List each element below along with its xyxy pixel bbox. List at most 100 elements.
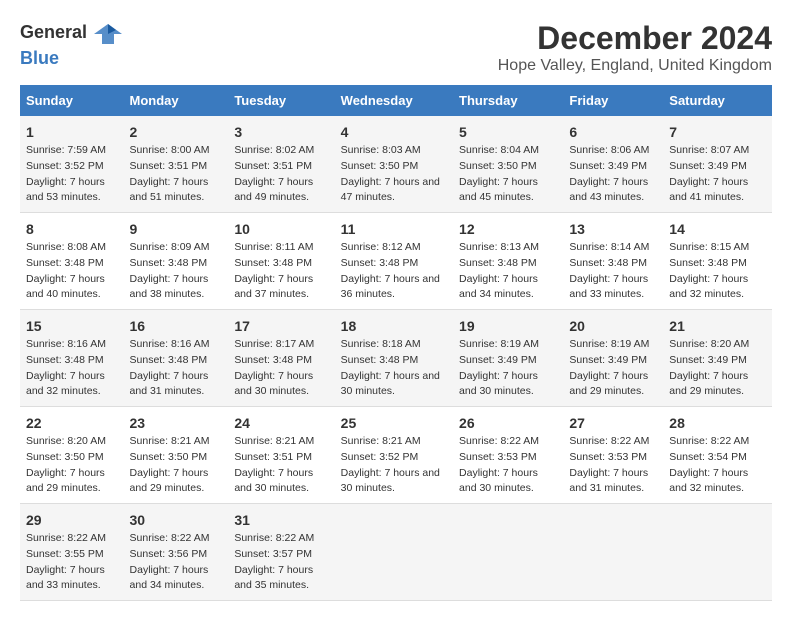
calendar-cell: 3 Sunrise: 8:02 AM Sunset: 3:51 PM Dayli… [228, 116, 334, 213]
calendar-cell: 2 Sunrise: 8:00 AM Sunset: 3:51 PM Dayli… [124, 116, 229, 213]
calendar-cell [663, 504, 772, 601]
sunset-info: Sunset: 3:57 PM [234, 547, 328, 563]
daylight-info: Daylight: 7 hours and 29 minutes. [130, 466, 223, 498]
daylight-info: Daylight: 7 hours and 31 minutes. [130, 369, 223, 401]
sunrise-info: Sunrise: 8:22 AM [130, 531, 223, 547]
day-number: 24 [234, 413, 328, 434]
day-number: 9 [130, 219, 223, 240]
logo: General Blue [20, 20, 124, 69]
daylight-info: Daylight: 7 hours and 45 minutes. [459, 175, 557, 207]
day-number: 29 [26, 510, 118, 531]
daylight-info: Daylight: 7 hours and 32 minutes. [669, 466, 766, 498]
calendar-cell [563, 504, 663, 601]
day-number: 31 [234, 510, 328, 531]
day-number: 3 [234, 122, 328, 143]
sunrise-info: Sunrise: 7:59 AM [26, 143, 118, 159]
sunset-info: Sunset: 3:54 PM [669, 450, 766, 466]
sunset-info: Sunset: 3:56 PM [130, 547, 223, 563]
day-number: 23 [130, 413, 223, 434]
daylight-info: Daylight: 7 hours and 31 minutes. [569, 466, 657, 498]
day-number: 10 [234, 219, 328, 240]
day-number: 19 [459, 316, 557, 337]
calendar-cell: 11 Sunrise: 8:12 AM Sunset: 3:48 PM Dayl… [335, 213, 453, 310]
calendar-cell: 4 Sunrise: 8:03 AM Sunset: 3:50 PM Dayli… [335, 116, 453, 213]
sunrise-info: Sunrise: 8:12 AM [341, 240, 447, 256]
sunset-info: Sunset: 3:51 PM [130, 159, 223, 175]
sunrise-info: Sunrise: 8:16 AM [26, 337, 118, 353]
column-header-sunday: Sunday [20, 85, 124, 116]
calendar-cell: 23 Sunrise: 8:21 AM Sunset: 3:50 PM Dayl… [124, 407, 229, 504]
calendar-cell: 16 Sunrise: 8:16 AM Sunset: 3:48 PM Dayl… [124, 310, 229, 407]
sunset-info: Sunset: 3:48 PM [341, 353, 447, 369]
sunset-info: Sunset: 3:55 PM [26, 547, 118, 563]
sunset-info: Sunset: 3:48 PM [459, 256, 557, 272]
day-number: 6 [569, 122, 657, 143]
calendar-cell: 1 Sunrise: 7:59 AM Sunset: 3:52 PM Dayli… [20, 116, 124, 213]
daylight-info: Daylight: 7 hours and 33 minutes. [26, 563, 118, 595]
day-number: 4 [341, 122, 447, 143]
sunset-info: Sunset: 3:50 PM [130, 450, 223, 466]
sunset-info: Sunset: 3:49 PM [669, 159, 766, 175]
sunrise-info: Sunrise: 8:18 AM [341, 337, 447, 353]
day-number: 11 [341, 219, 447, 240]
calendar-cell: 7 Sunrise: 8:07 AM Sunset: 3:49 PM Dayli… [663, 116, 772, 213]
logo-bird-icon [94, 20, 122, 48]
sunset-info: Sunset: 3:48 PM [130, 353, 223, 369]
daylight-info: Daylight: 7 hours and 51 minutes. [130, 175, 223, 207]
day-number: 12 [459, 219, 557, 240]
calendar-cell: 10 Sunrise: 8:11 AM Sunset: 3:48 PM Dayl… [228, 213, 334, 310]
daylight-info: Daylight: 7 hours and 43 minutes. [569, 175, 657, 207]
sunset-info: Sunset: 3:49 PM [669, 353, 766, 369]
day-number: 21 [669, 316, 766, 337]
calendar-cell: 8 Sunrise: 8:08 AM Sunset: 3:48 PM Dayli… [20, 213, 124, 310]
daylight-info: Daylight: 7 hours and 40 minutes. [26, 272, 118, 304]
sunset-info: Sunset: 3:53 PM [459, 450, 557, 466]
column-header-friday: Friday [563, 85, 663, 116]
sunrise-info: Sunrise: 8:21 AM [234, 434, 328, 450]
day-number: 17 [234, 316, 328, 337]
sunset-info: Sunset: 3:48 PM [130, 256, 223, 272]
calendar-week-row: 15 Sunrise: 8:16 AM Sunset: 3:48 PM Dayl… [20, 310, 772, 407]
sunset-info: Sunset: 3:48 PM [669, 256, 766, 272]
calendar-cell: 22 Sunrise: 8:20 AM Sunset: 3:50 PM Dayl… [20, 407, 124, 504]
daylight-info: Daylight: 7 hours and 30 minutes. [234, 466, 328, 498]
calendar-cell: 30 Sunrise: 8:22 AM Sunset: 3:56 PM Dayl… [124, 504, 229, 601]
day-number: 16 [130, 316, 223, 337]
sunset-info: Sunset: 3:49 PM [569, 159, 657, 175]
day-number: 5 [459, 122, 557, 143]
calendar-cell [453, 504, 563, 601]
day-number: 28 [669, 413, 766, 434]
column-header-thursday: Thursday [453, 85, 563, 116]
day-number: 27 [569, 413, 657, 434]
sunrise-info: Sunrise: 8:22 AM [459, 434, 557, 450]
day-number: 18 [341, 316, 447, 337]
daylight-info: Daylight: 7 hours and 30 minutes. [459, 369, 557, 401]
daylight-info: Daylight: 7 hours and 36 minutes. [341, 272, 447, 304]
calendar-cell: 18 Sunrise: 8:18 AM Sunset: 3:48 PM Dayl… [335, 310, 453, 407]
daylight-info: Daylight: 7 hours and 37 minutes. [234, 272, 328, 304]
sunrise-info: Sunrise: 8:19 AM [569, 337, 657, 353]
calendar-cell: 15 Sunrise: 8:16 AM Sunset: 3:48 PM Dayl… [20, 310, 124, 407]
daylight-info: Daylight: 7 hours and 49 minutes. [234, 175, 328, 207]
sunrise-info: Sunrise: 8:22 AM [234, 531, 328, 547]
day-number: 7 [669, 122, 766, 143]
sunset-info: Sunset: 3:48 PM [341, 256, 447, 272]
title-section: December 2024 Hope Valley, England, Unit… [498, 20, 772, 75]
calendar-cell: 27 Sunrise: 8:22 AM Sunset: 3:53 PM Dayl… [563, 407, 663, 504]
daylight-info: Daylight: 7 hours and 34 minutes. [130, 563, 223, 595]
logo-blue: Blue [20, 48, 59, 68]
calendar-cell: 13 Sunrise: 8:14 AM Sunset: 3:48 PM Dayl… [563, 213, 663, 310]
sunrise-info: Sunrise: 8:00 AM [130, 143, 223, 159]
daylight-info: Daylight: 7 hours and 32 minutes. [669, 272, 766, 304]
sunrise-info: Sunrise: 8:21 AM [130, 434, 223, 450]
sunset-info: Sunset: 3:50 PM [459, 159, 557, 175]
sunset-info: Sunset: 3:48 PM [234, 353, 328, 369]
day-number: 8 [26, 219, 118, 240]
daylight-info: Daylight: 7 hours and 30 minutes. [341, 466, 447, 498]
sunset-info: Sunset: 3:48 PM [26, 256, 118, 272]
daylight-info: Daylight: 7 hours and 29 minutes. [26, 466, 118, 498]
calendar-cell [335, 504, 453, 601]
logo-text: General Blue [20, 20, 124, 69]
daylight-info: Daylight: 7 hours and 41 minutes. [669, 175, 766, 207]
column-header-saturday: Saturday [663, 85, 772, 116]
